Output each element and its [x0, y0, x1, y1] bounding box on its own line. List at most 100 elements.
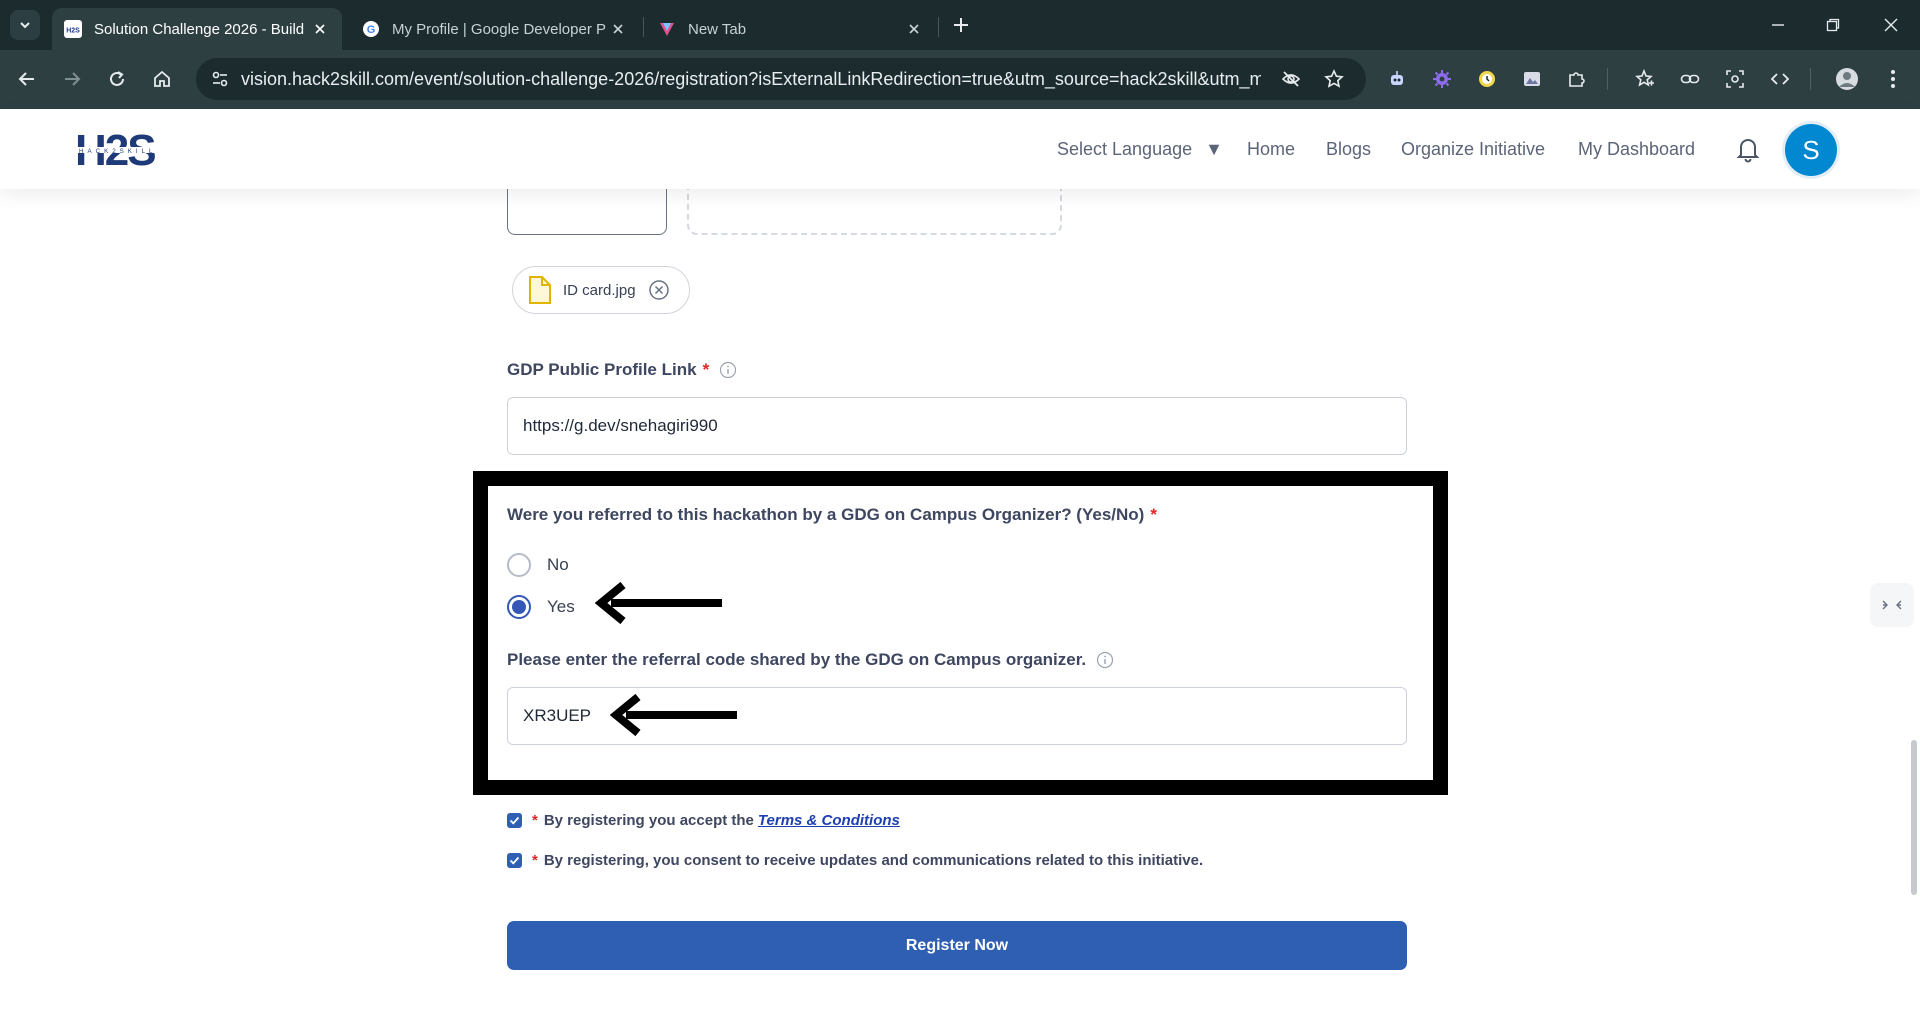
collapse-arrows-icon	[1882, 600, 1902, 610]
tab-separator	[643, 17, 644, 37]
communications-consent-row: * By registering, you consent to receive…	[507, 852, 1203, 869]
register-now-button[interactable]: Register Now	[507, 921, 1407, 970]
clock-extension-icon[interactable]	[1474, 66, 1500, 92]
referral-question-text: Were you referred to this hackathon by a…	[507, 505, 1145, 524]
minimize-icon	[1772, 24, 1784, 26]
tab-search-button[interactable]	[10, 10, 40, 40]
more-menu-icon[interactable]	[1880, 66, 1906, 92]
uploaded-file-name: ID card.jpg	[563, 281, 636, 299]
file-icon	[529, 276, 551, 304]
back-button[interactable]	[14, 66, 40, 92]
tab-solution-challenge[interactable]: H2S Solution Challenge 2026 - Build	[52, 8, 342, 50]
page-scrollbar[interactable]	[1911, 740, 1917, 895]
restore-button[interactable]	[1820, 12, 1846, 38]
required-asterisk: *	[702, 360, 710, 379]
plus-icon	[954, 18, 968, 32]
side-widget-button[interactable]	[1870, 583, 1914, 627]
radio-no-label: No	[547, 555, 569, 574]
close-tab-icon[interactable]	[904, 19, 924, 39]
reload-button[interactable]	[104, 66, 130, 92]
bookmarks-icon[interactable]	[1632, 66, 1658, 92]
reload-icon	[110, 71, 124, 86]
arrow-right-icon	[65, 72, 81, 86]
tab-title: New Tab	[688, 20, 747, 38]
address-bar[interactable]: vision.hack2skill.com/event/solution-cha…	[196, 58, 1366, 100]
new-tab-favicon-icon	[658, 20, 676, 38]
screenshot-icon[interactable]	[1722, 66, 1748, 92]
radio-yes-label: Yes	[547, 597, 575, 616]
annotation-arrow-icon	[610, 693, 737, 737]
user-avatar[interactable]: S	[1785, 124, 1837, 176]
puzzle-extensions-icon[interactable]	[1564, 66, 1590, 92]
radio-yes[interactable]	[507, 595, 531, 619]
close-tab-icon[interactable]	[310, 19, 330, 39]
checkmark-icon	[509, 816, 520, 825]
info-icon[interactable]	[1096, 651, 1114, 669]
info-icon[interactable]	[719, 361, 737, 379]
gdp-label-text: GDP Public Profile Link	[507, 360, 697, 379]
close-window-button[interactable]	[1878, 12, 1904, 38]
communications-checkbox[interactable]	[507, 853, 522, 868]
home-icon	[154, 70, 170, 87]
code-icon[interactable]	[1767, 66, 1793, 92]
referral-option-no[interactable]: No	[507, 553, 569, 577]
nav-my-dashboard[interactable]: My Dashboard	[1578, 139, 1695, 160]
toolbar-separator	[1810, 68, 1811, 90]
chevron-down-icon	[20, 22, 30, 29]
h2s-favicon-icon: H2S	[64, 20, 82, 38]
link-icon[interactable]	[1677, 66, 1703, 92]
image-extension-icon[interactable]	[1519, 66, 1545, 92]
annotation-arrow-icon	[595, 581, 722, 625]
terms-checkbox[interactable]	[507, 813, 522, 828]
referral-question-label: Were you referred to this hackathon by a…	[507, 505, 1157, 525]
select-language-dropdown[interactable]: Select Language ▼	[1057, 139, 1223, 160]
svg-text:G: G	[367, 24, 376, 36]
notifications-bell-icon[interactable]	[1734, 135, 1762, 163]
browser-tab-bar: H2S Solution Challenge 2026 - Build G My…	[0, 0, 1920, 50]
required-asterisk: *	[532, 812, 538, 829]
minimize-button[interactable]	[1765, 12, 1791, 38]
gdp-profile-label: GDP Public Profile Link *	[507, 360, 737, 380]
site-settings-icon[interactable]	[210, 69, 230, 89]
gear-extension-icon[interactable]	[1429, 66, 1455, 92]
eye-off-icon[interactable]	[1281, 69, 1301, 89]
remove-file-icon[interactable]	[648, 279, 670, 301]
robot-extension-icon[interactable]	[1384, 66, 1410, 92]
svg-text:HACK2SKILL: HACK2SKILL	[79, 148, 157, 155]
browser-toolbar: vision.hack2skill.com/event/solution-cha…	[0, 50, 1920, 109]
required-asterisk: *	[532, 852, 538, 869]
referral-code-label: Please enter the referral code shared by…	[507, 650, 1114, 670]
radio-no[interactable]	[507, 553, 531, 577]
toolbar-separator	[1607, 68, 1608, 90]
forward-button[interactable]	[59, 66, 85, 92]
close-icon	[1884, 18, 1898, 32]
bookmark-star-icon[interactable]	[1324, 69, 1344, 89]
url-text: vision.hack2skill.com/event/solution-cha…	[241, 69, 1261, 89]
google-favicon-icon: G	[362, 20, 380, 38]
gdp-profile-link-input[interactable]	[507, 397, 1407, 455]
terms-consent-row: * By registering you accept the Terms & …	[507, 812, 900, 829]
terms-conditions-link[interactable]: Terms & Conditions	[758, 812, 900, 829]
nav-organize-initiative[interactable]: Organize Initiative	[1401, 139, 1545, 160]
communications-text: By registering, you consent to receive u…	[543, 852, 1204, 869]
new-tab-button[interactable]	[948, 12, 974, 38]
required-asterisk: *	[1150, 505, 1157, 524]
referral-code-label-text: Please enter the referral code shared by…	[507, 650, 1087, 669]
site-header: H2S HACK2SKILL Select Language ▼ Home Bl…	[0, 109, 1920, 189]
referral-option-yes[interactable]: Yes	[507, 595, 575, 619]
tab-title: Solution Challenge 2026 - Build	[94, 20, 305, 38]
tab-new-tab[interactable]: New Tab	[646, 8, 936, 50]
caret-down-icon: ▼	[1205, 139, 1223, 159]
svg-text:H2S: H2S	[66, 28, 80, 35]
profile-avatar-icon[interactable]	[1834, 66, 1860, 92]
nav-home[interactable]: Home	[1247, 139, 1295, 160]
arrow-left-icon	[18, 72, 34, 86]
close-tab-icon[interactable]	[608, 19, 628, 39]
nav-blogs[interactable]: Blogs	[1326, 139, 1371, 160]
h2s-logo[interactable]: H2S HACK2SKILL	[75, 125, 185, 175]
home-button[interactable]	[149, 66, 175, 92]
tab-my-profile[interactable]: G My Profile | Google Developer P	[350, 8, 640, 50]
tab-title: My Profile | Google Developer P	[392, 20, 606, 38]
uploaded-file-chip: ID card.jpg	[512, 266, 690, 314]
restore-icon	[1826, 18, 1840, 32]
